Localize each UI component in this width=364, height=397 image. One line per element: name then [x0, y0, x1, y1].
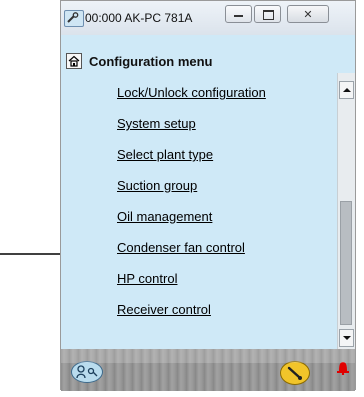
menu-list: Lock/Unlock configuration System setup S…: [117, 85, 266, 333]
title-bar: 00:000 AK-PC 781A ✕: [61, 1, 355, 35]
app-window: 00:000 AK-PC 781A ✕ Configuration menu L…: [60, 0, 356, 391]
maximize-icon: [263, 10, 274, 20]
window-title: 00:000 AK-PC 781A: [85, 11, 193, 25]
menu-item-lock-unlock[interactable]: Lock/Unlock configuration: [117, 85, 266, 116]
minimize-icon: [234, 15, 243, 17]
vertical-scrollbar[interactable]: [337, 73, 355, 349]
scroll-up-button[interactable]: [339, 81, 354, 99]
app-icon: [64, 10, 84, 27]
menu-header: Configuration menu: [61, 35, 355, 74]
wrench-icon[interactable]: [280, 361, 310, 385]
menu-item-suction-group[interactable]: Suction group: [117, 178, 266, 209]
scroll-thumb[interactable]: [340, 201, 352, 325]
menu-item-hp-control[interactable]: HP control: [117, 271, 266, 302]
minimize-button[interactable]: [225, 5, 252, 23]
scroll-down-button[interactable]: [339, 329, 354, 347]
chevron-up-icon: [343, 88, 351, 92]
menu-item-select-plant-type[interactable]: Select plant type: [117, 147, 266, 178]
user-login-icon[interactable]: [71, 361, 103, 383]
menu-item-condenser-fan-control[interactable]: Condenser fan control: [117, 240, 266, 271]
menu-item-system-setup[interactable]: System setup: [117, 116, 266, 147]
menu-item-receiver-control[interactable]: Receiver control: [117, 302, 266, 333]
menu-content: Lock/Unlock configuration System setup S…: [61, 73, 337, 349]
home-button[interactable]: [66, 53, 82, 69]
maximize-button[interactable]: [254, 5, 281, 23]
home-icon: [68, 55, 80, 67]
menu-item-oil-management[interactable]: Oil management: [117, 209, 266, 240]
page-title: Configuration menu: [89, 54, 213, 69]
close-icon: ✕: [303, 9, 313, 21]
close-button[interactable]: ✕: [287, 5, 329, 23]
chevron-down-icon: [343, 336, 351, 340]
alarm-bell-icon[interactable]: [337, 361, 349, 376]
status-bar: [61, 349, 355, 391]
